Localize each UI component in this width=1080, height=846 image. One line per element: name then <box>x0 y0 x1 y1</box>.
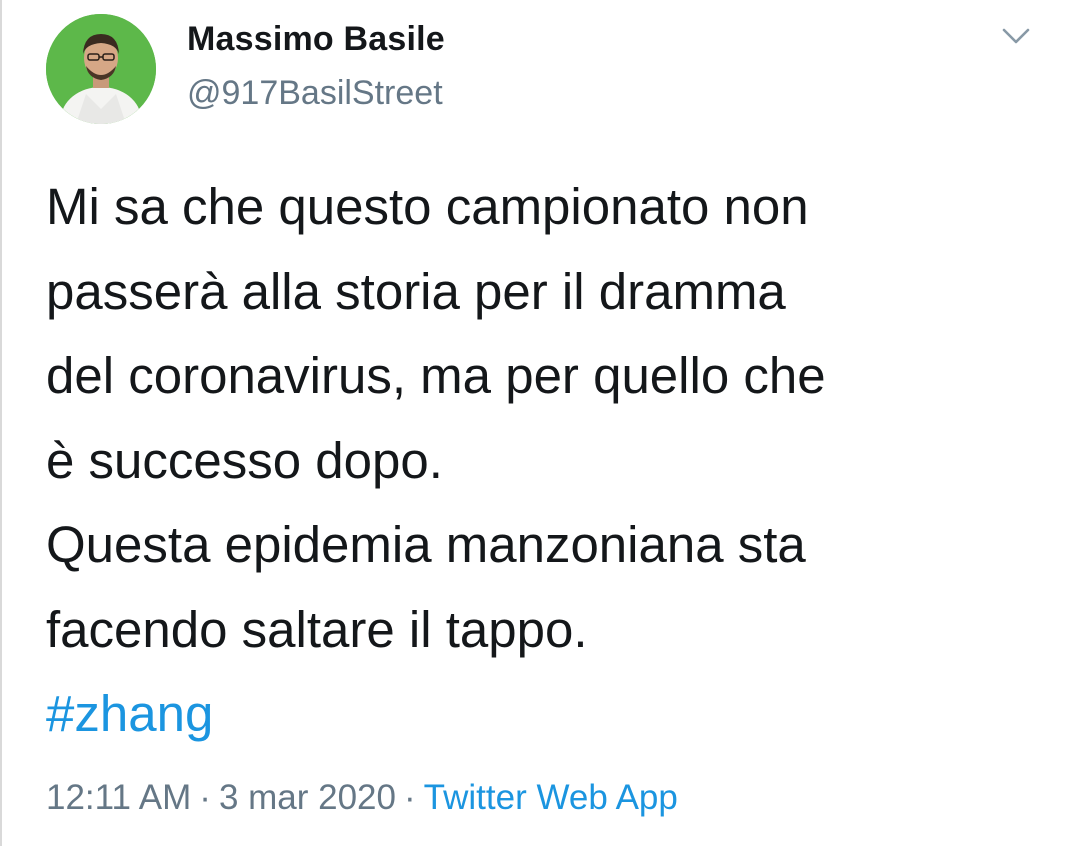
meta-separator: · <box>404 778 416 817</box>
tweet-text-line: del coronavirus, ma per quello che <box>46 347 826 404</box>
tweet-source-link[interactable]: Twitter Web App <box>424 778 678 817</box>
tweet-text-line: facendo saltare il tappo. <box>46 600 588 658</box>
avatar[interactable] <box>46 14 156 124</box>
tweet-card: Massimo Basile @917BasilStreet Mi sa che… <box>0 0 1080 846</box>
tweet-text-line: è successo dopo. <box>46 431 443 489</box>
chevron-down-icon[interactable] <box>998 22 1034 50</box>
tweet-text-line: Questa epidemia manzoniana sta <box>46 516 806 573</box>
author-name[interactable]: Massimo Basile <box>187 20 445 59</box>
meta-separator: · <box>199 778 211 817</box>
tweet-meta: 12:11 AM · 3 mar 2020 · Twitter Web App <box>46 778 678 818</box>
hashtag-link[interactable]: #zhang <box>46 672 1056 757</box>
tweet-text-line: passerà alla storia per il dramma <box>46 262 786 320</box>
left-border <box>0 0 2 846</box>
tweet-date[interactable]: 3 mar 2020 <box>219 778 396 817</box>
author-handle[interactable]: @917BasilStreet <box>187 74 443 113</box>
avatar-photo-icon <box>46 14 156 124</box>
tweet-time[interactable]: 12:11 AM <box>46 778 191 817</box>
tweet-text-line: Mi sa che questo campionato non <box>46 178 809 235</box>
tweet-text: Mi sa che questo campionato non passerà … <box>46 165 1056 757</box>
